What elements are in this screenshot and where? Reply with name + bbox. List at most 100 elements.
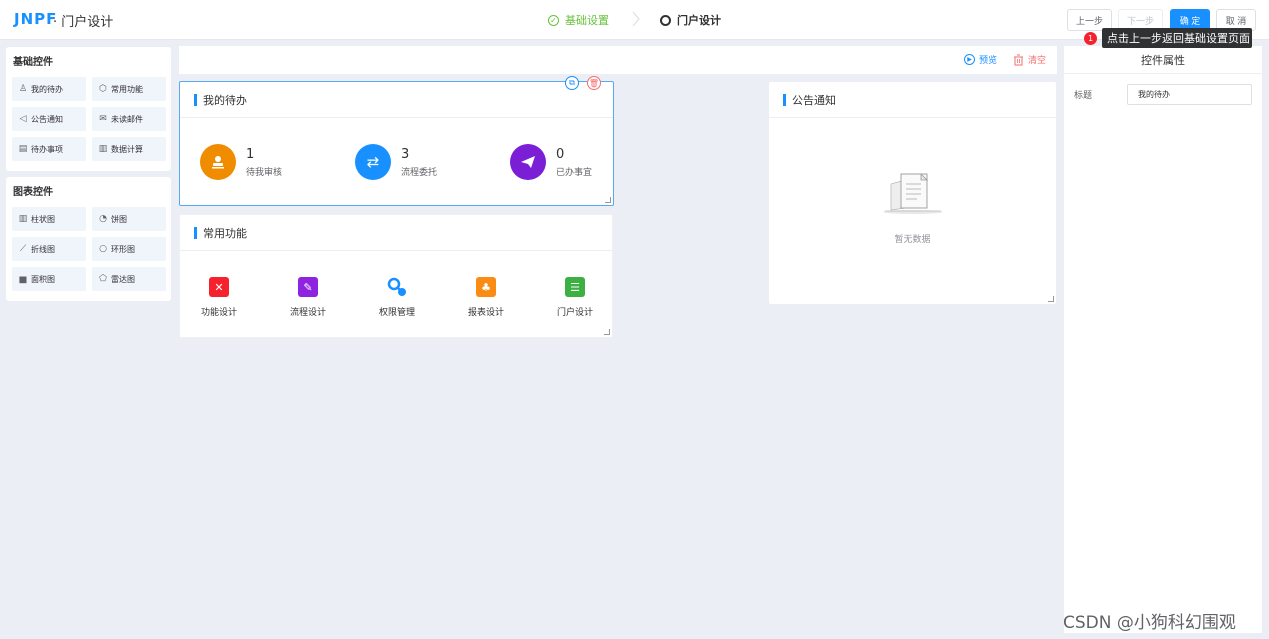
todo-count: 3 [401,146,410,162]
panel-title: 图表控件 [13,187,53,198]
todo-pending-review[interactable]: 1 待我审核 [200,144,282,180]
tooltip: 点击上一步返回基础设置页面 [1102,28,1252,48]
control-line-chart[interactable]: ⟋ 折线图 [12,237,86,261]
common-label: 报表设计 [467,308,504,318]
mail-icon: ✉ [99,114,107,124]
basic-controls-panel: 基础控件 ♙ 我的待办 ⬡ 常用功能 ◁ 公告通知 ✉ 未读邮件 ▤ 待办事项 ▥ 数据计算 [6,47,171,171]
common-function-design[interactable]: ✕ 功能设计 [184,277,254,318]
delete-icon[interactable]: 🗑 [587,76,601,90]
stamp-icon [200,144,236,180]
step-portal-design[interactable]: 门户设计 [660,12,721,28]
widget-title: 公告通知 [792,93,836,107]
control-ring-chart[interactable]: ○ 环形图 [92,237,166,261]
panel-title: 控件属性 [1064,46,1262,74]
common-portal-design[interactable]: ☰ 门户设计 [540,277,610,318]
step-basic-settings[interactable]: ✓ 基础设置 [548,12,609,28]
common-label: 流程设计 [289,308,326,318]
control-data-calc[interactable]: ▥ 数据计算 [92,137,166,161]
id-card-icon: ☰ [565,277,585,297]
control-unread-mail[interactable]: ✉ 未读邮件 [92,107,166,131]
radar-chart-icon: ⬠ [99,274,107,284]
control-label: 我的待办 [31,84,63,94]
todo-label: 待我审核 [246,167,283,178]
play-icon: ▶ [964,54,975,65]
header-bar: JNPF · 门户设计 ✓ 基础设置 门户设计 上一步 下一步 确 定 取 消 [0,0,1269,40]
todo-count: 0 [556,146,565,162]
todo-label: 已办事宜 [556,167,593,178]
preview-button[interactable]: ▶ 预览 [964,53,997,66]
bar-chart-icon: ▥ [18,214,28,224]
todo-label: 流程委托 [401,167,438,178]
common-report-design[interactable]: ♣ 报表设计 [451,277,521,318]
title-field-row: 标题 [1074,84,1252,105]
common-label: 权限管理 [378,308,415,318]
clear-label: 清空 [1028,56,1047,66]
app-title: · 门户设计 [53,15,114,30]
todo-done[interactable]: 0 已办事宜 [510,144,592,180]
circle-icon [660,14,671,26]
pencil-icon: ✎ [298,277,318,297]
tooltip-badge: 1 [1084,32,1097,45]
todo-count: 1 [246,146,255,162]
resize-handle[interactable] [1048,296,1054,302]
empty-text: 暂无数据 [894,235,931,245]
trash-icon [1014,54,1023,65]
title-accent-bar [194,93,197,106]
resize-handle[interactable] [605,197,611,203]
line-chart-icon: ⟋ [19,244,27,254]
properties-panel: 控件属性 标题 [1064,46,1262,633]
control-area-chart[interactable]: ▅ 面积图 [12,267,86,291]
step-label: 基础设置 [565,14,609,27]
control-label: 未读邮件 [111,114,143,124]
control-todo-items[interactable]: ▤ 待办事项 [12,137,86,161]
preview-label: 预览 [979,56,998,66]
empty-document-icon [883,173,943,214]
pie-chart-icon: ◔ [99,214,107,224]
title-accent-bar [783,93,786,106]
title-input[interactable] [1127,84,1252,105]
control-my-todo[interactable]: ♙ 我的待办 [12,77,86,101]
common-label: 功能设计 [200,308,237,318]
field-label: 标题 [1074,91,1093,101]
common-flow-design[interactable]: ✎ 流程设计 [273,277,343,318]
control-label: 环形图 [111,244,135,254]
todo-delegation[interactable]: ⇄ 3 流程委托 [355,144,437,180]
canvas-toolbar: ▶ 预览 清空 [179,46,1057,74]
resize-handle[interactable] [604,329,610,335]
ring-chart-icon: ○ [99,244,107,254]
widget-title: 我的待办 [203,93,247,107]
control-label: 柱状图 [31,214,55,224]
user-icon: ♙ [18,84,28,94]
control-label: 待办事项 [31,144,63,154]
control-label: 饼图 [111,214,127,224]
control-notice[interactable]: ◁ 公告通知 [12,107,86,131]
panel-title: 基础控件 [13,57,53,68]
step-label: 门户设计 [677,14,721,27]
control-common-functions[interactable]: ⬡ 常用功能 [92,77,166,101]
control-label: 公告通知 [31,114,63,124]
control-label: 数据计算 [111,144,143,154]
widget-title: 常用功能 [203,226,247,240]
paper-plane-icon [510,144,546,180]
control-bar-chart[interactable]: ▥ 柱状图 [12,207,86,231]
widget-my-todo[interactable]: ⧉ 🗑 我的待办 1 待我审核 ⇄ 3 流程委托 0 已办事宜 [179,76,614,206]
clear-button[interactable]: 清空 [1013,53,1046,66]
control-radar-chart[interactable]: ⬠ 雷达图 [92,267,166,291]
area-chart-icon: ▅ [19,274,27,284]
control-pie-chart[interactable]: ◔ 饼图 [92,207,166,231]
copy-icon[interactable]: ⧉ [565,76,579,90]
check-circle-icon: ✓ [548,14,559,26]
chart-controls-panel: 图表控件 ▥ 柱状图 ◔ 饼图 ⟋ 折线图 ○ 环形图 ▅ 面积图 ⬠ 雷达图 [6,177,171,301]
watermark: CSDN @小狗科幻围观 [1063,613,1236,633]
logo-text: JNPF [14,10,58,28]
title-accent-bar [194,226,197,239]
widget-common-functions[interactable]: 常用功能 ✕ 功能设计 ✎ 流程设计 权限管理 ♣ 报表设计 ☰ 门户设计 [179,214,613,338]
common-permission[interactable]: 权限管理 [362,277,432,318]
common-label: 门户设计 [556,308,593,318]
control-label: 面积图 [31,274,55,284]
control-label: 雷达图 [111,274,135,284]
function-design-icon: ✕ [209,277,229,297]
widget-notice[interactable]: 公告通知 暂无数据 [769,82,1056,304]
control-label: 常用功能 [111,84,143,94]
box-icon: ⬡ [99,84,107,94]
